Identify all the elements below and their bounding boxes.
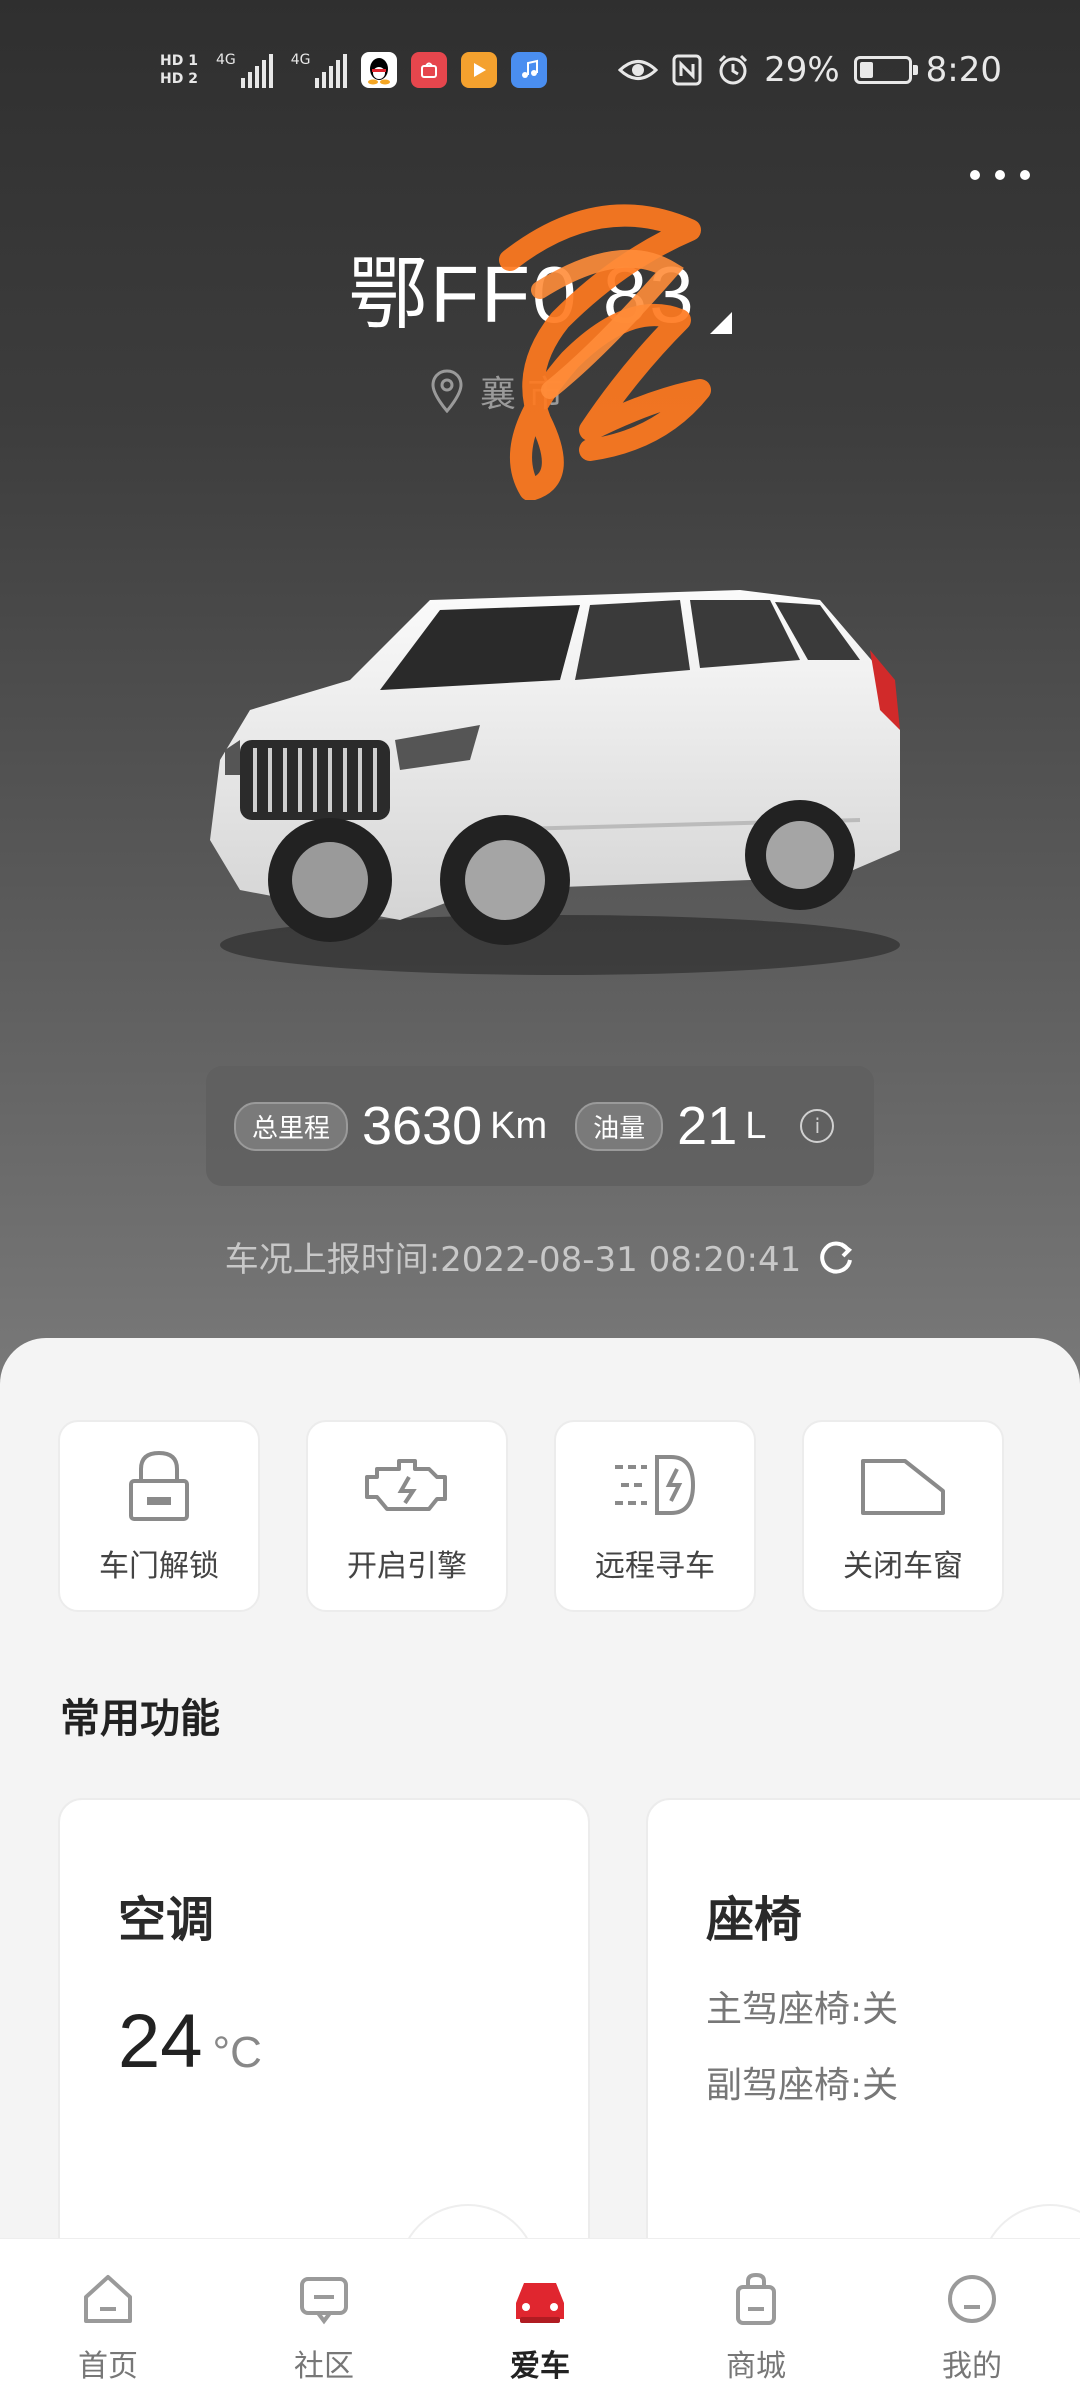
ac-title: 空调 [118,1892,215,1948]
huawei-store-icon [411,52,448,88]
status-bar: HD 1 HD 2 4G 4G 29% 8:20 [0,40,1080,100]
nav-community-label: 社区 [294,2349,354,2384]
signal-icon-2: 4G [291,52,348,88]
headlight-icon [615,1455,696,1515]
home-icon [84,2275,132,2323]
start-engine-button[interactable]: 开启引擎 [306,1420,508,1612]
nav-car[interactable]: 爱车 [432,2239,648,2400]
ac-temperature: 24 °C [118,1998,262,2085]
unlock-door-label: 车门解锁 [99,1549,219,1584]
close-window-button[interactable]: 关闭车窗 [802,1420,1004,1612]
fuel-value: 21 [677,1096,738,1156]
hd1-label: HD 1 [160,53,198,69]
community-icon [300,2277,348,2325]
more-options-button[interactable] [970,160,1030,190]
nav-community[interactable]: 社区 [216,2239,432,2400]
nav-shop[interactable]: 商城 [648,2239,864,2400]
video-app-icon [461,52,498,88]
network-type-1: 4G [215,52,236,68]
engine-icon [365,1459,447,1511]
find-car-label: 远程寻车 [595,1549,715,1584]
window-icon [861,1459,945,1515]
unlock-door-button[interactable]: 车门解锁 [58,1420,260,1612]
vehicle-stats-panel: 总里程 3630 Km 油量 21 L i [206,1066,874,1186]
nav-profile-label: 我的 [942,2349,1002,2384]
start-engine-label: 开启引擎 [347,1549,467,1584]
section-title: 常用功能 [60,1696,220,1742]
refresh-icon[interactable] [817,1238,855,1276]
clock: 8:20 [925,50,1002,90]
report-time: 车况上报时间:2022-08-31 08:20:41 [224,1240,802,1280]
ac-temp-unit: °C [212,2028,262,2077]
driver-seat-status: 主驾座椅:关 [706,1989,899,2030]
report-time-row: 车况上报时间:2022-08-31 08:20:41 [0,1232,1080,1281]
lock-icon [129,1450,189,1521]
redaction-scribble [499,204,711,500]
fuel-unit: L [745,1104,767,1147]
mileage-label: 总里程 [234,1101,349,1151]
eye-icon [618,60,659,80]
nav-home-label: 首页 [78,2349,138,2384]
info-icon[interactable]: i [800,1109,835,1143]
nav-home[interactable]: 首页 [0,2239,216,2400]
seat-title: 座椅 [706,1892,803,1948]
mileage-unit: Km [490,1104,548,1147]
signal-icon: 4G [216,52,273,88]
fuel-label: 油量 [575,1101,664,1151]
battery-percent: 29% [764,50,840,90]
status-left: HD 1 HD 2 4G 4G [160,40,548,100]
music-app-icon [511,52,548,88]
qq-icon [361,52,398,88]
ac-temp-value: 24 [118,1999,203,2084]
find-car-button[interactable]: 远程寻车 [554,1420,756,1612]
quick-actions: 车门解锁 开启引擎 远程寻车 关闭车窗 [58,1420,1004,1612]
battery-icon [853,56,918,84]
close-window-label: 关闭车窗 [843,1549,963,1584]
location-pin-icon [431,369,463,413]
network-type-2: 4G [290,52,311,68]
mileage-value: 3630 [362,1096,483,1156]
vehicle-image [210,590,900,975]
hd2-label: HD 2 [160,71,198,87]
shop-icon [736,2272,776,2325]
nav-shop-label: 商城 [726,2349,786,2384]
bottom-nav: 首页 社区 爱车 商城 我的 [0,2238,1080,2400]
profile-icon [948,2275,996,2323]
nav-profile[interactable]: 我的 [864,2239,1080,2400]
car-icon [516,2283,564,2323]
nfc-icon [672,54,702,86]
nav-car-label: 爱车 [510,2349,570,2384]
status-right: 29% 8:20 [618,40,1002,100]
passenger-seat-status: 副驾座椅:关 [706,2065,899,2106]
hd-indicator: HD 1 HD 2 [160,53,198,87]
alarm-icon [719,54,748,85]
